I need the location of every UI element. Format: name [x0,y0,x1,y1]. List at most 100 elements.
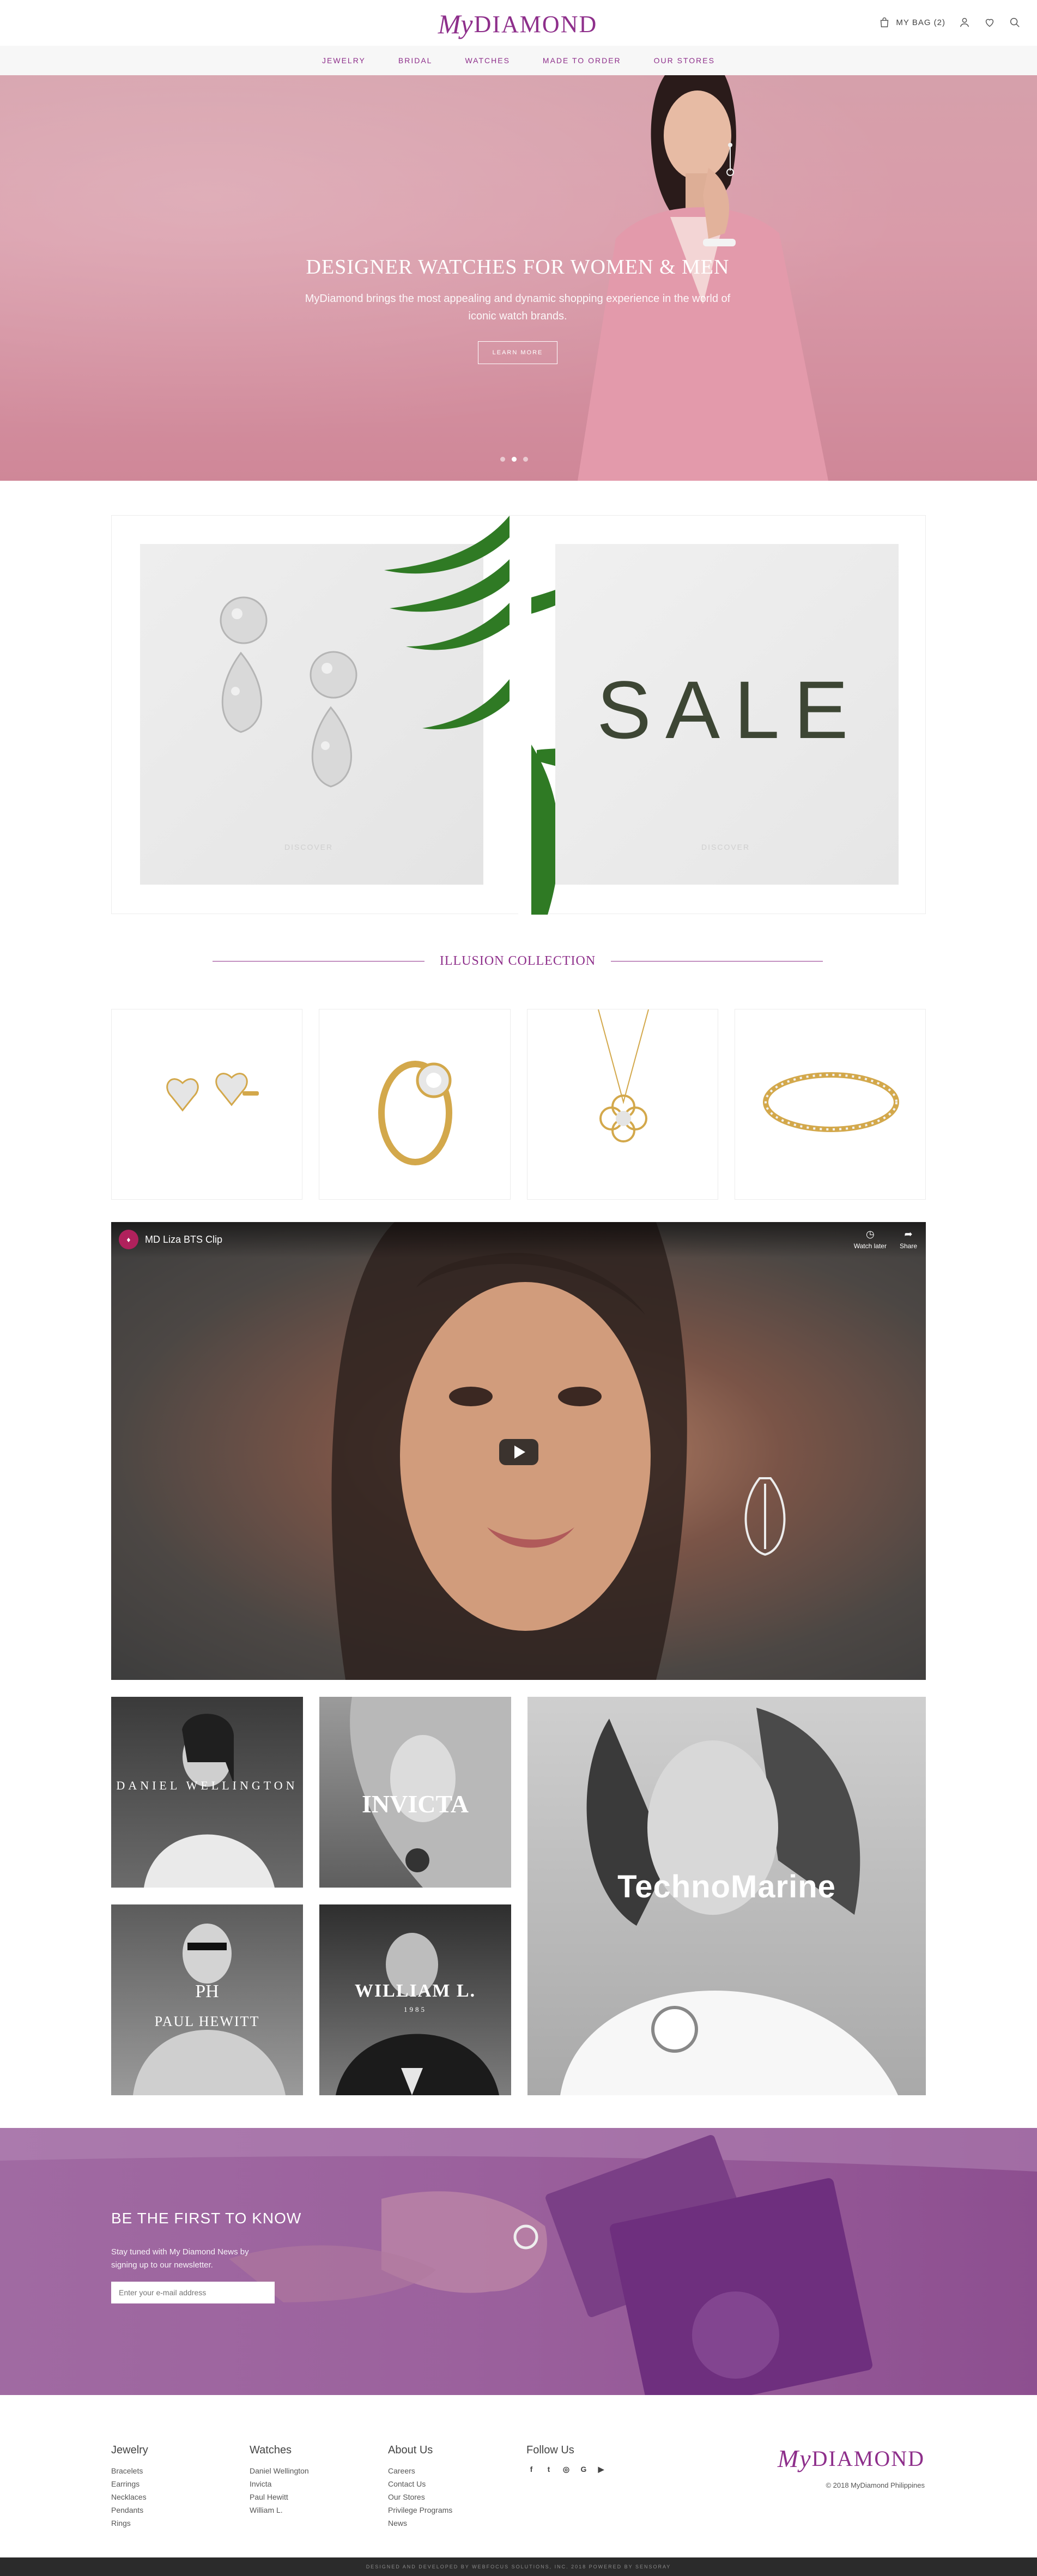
footer-link[interactable]: Bracelets [111,2464,148,2477]
slider-dot-1[interactable] [500,457,505,462]
halo-ring-image [378,1061,453,1165]
collection-heading: ILLUSION COLLECTION [213,953,823,969]
brand-tile-technomarine[interactable]: TechnoMarine [527,1697,926,2095]
wishlist-button[interactable] [984,16,996,28]
slider-dot-2[interactable] [512,457,517,462]
heart-icon [985,19,994,27]
hero-subtitle: MyDiamond brings the most appealing and … [305,293,731,322]
hero-slider: DESIGNER WATCHES FOR WOMEN & MEN MyDiamo… [0,75,1037,481]
footer-column-watches: Watches Daniel Wellington Invicta Paul H… [250,2444,309,2517]
share-icon: ➦ [904,1229,913,1239]
youtube-icon[interactable]: ▶ [596,2464,606,2474]
share-label: Share [899,1242,917,1250]
footer-link[interactable]: Rings [111,2517,148,2530]
footer-link[interactable]: Earrings [111,2477,148,2490]
footer-link[interactable]: Necklaces [111,2490,148,2504]
header-tools: MY BAG (2) [878,13,1021,32]
copyright-text: © 2018 MyDiamond Philippines [826,2481,925,2489]
hero-caption: DESIGNER WATCHES FOR WOMEN & MEN MyDiamo… [294,255,741,364]
search-button[interactable] [1009,16,1021,28]
nav-watches[interactable]: WATCHES [448,56,526,65]
footer-link[interactable]: William L. [250,2504,309,2517]
footer-link[interactable]: Pendants [111,2504,148,2517]
paul-hewitt-anchor-icon: PH [195,1981,219,2001]
footer-heading-watches: Watches [250,2444,292,2456]
brand-tile-daniel-wellington[interactable]: DANIEL WELLINGTON [111,1697,303,1888]
search-icon [1010,17,1020,27]
watch-later-label: Watch later [853,1242,887,1250]
site-logo[interactable]: My DIAMOND [433,8,602,40]
credits-bar: DESIGNED AND DEVELOPED BY WEBFOCUS SOLUT… [0,2557,1037,2576]
channel-avatar[interactable]: ♦ [119,1230,138,1249]
footer-logo[interactable]: My DIAMOND [760,2442,925,2475]
instagram-icon[interactable]: ◎ [561,2464,571,2474]
promo-right-discover[interactable]: DISCOVER [701,843,750,851]
brand-label-william-l: WILLIAM L. [354,1981,476,2001]
promo-left-discover[interactable]: DISCOVER [284,843,333,851]
play-icon [514,1446,525,1459]
footer-logo-main: DIAMOND [811,2446,925,2471]
clock-icon: ◷ [865,1229,875,1239]
product-card-ring[interactable] [319,1009,511,1200]
nav-bridal[interactable]: BRIDAL [382,56,449,65]
main-nav: JEWELRY BRIDAL WATCHES MADE TO ORDER OUR… [0,46,1037,75]
brand-tile-william-l[interactable]: WILLIAM L. 1985 [319,1904,511,2095]
slider-dots [500,457,528,462]
nav-our-stores[interactable]: OUR STORES [638,56,731,65]
heart-earrings-image [166,1073,259,1112]
footer-link[interactable]: Our Stores [388,2490,452,2504]
nav-jewelry[interactable]: JEWELRY [306,56,382,65]
account-button[interactable] [959,16,971,28]
share-button[interactable]: ➦ Share [900,1229,917,1250]
facebook-icon[interactable]: f [526,2464,536,2474]
newsletter-email-input[interactable] [111,2282,275,2303]
paul-hewitt-model-image: PH [133,1924,286,2095]
footer-heading-jewelry: Jewelry [111,2444,148,2456]
my-bag-label: MY BAG (2) [896,17,945,27]
twitter-icon[interactable]: t [544,2464,554,2474]
newsletter-subtitle: Stay tuned with My Diamond News by signi… [111,2247,249,2270]
product-card-necklace[interactable] [526,1009,718,1200]
brand-label-technomarine: TechnoMarine [617,1869,836,1904]
footer-link[interactable]: Contact Us [388,2477,452,2490]
video-top-bar [111,1222,926,1258]
newsletter-title: BE THE FIRST TO KNOW [111,2210,302,2227]
user-icon [960,17,969,27]
footer-heading-about: About Us [388,2444,433,2456]
sale-text: SALE [597,664,863,755]
footer-link[interactable]: News [388,2517,452,2530]
watch-later-button[interactable]: ◷ Watch later [854,1229,887,1250]
tennis-bracelet-image [762,1072,899,1132]
promo-banner: DISCOVER DISCOVER SALE [111,515,926,915]
heading-divider-right [611,960,823,962]
slider-dot-3[interactable] [523,457,528,462]
video-title[interactable]: MD Liza BTS Clip [145,1234,222,1245]
play-button[interactable] [499,1439,538,1465]
video-player[interactable]: ♦ MD Liza BTS Clip ◷ Watch later ➦ Share [111,1222,926,1680]
footer-link[interactable]: Careers [388,2464,452,2477]
site-header: My DIAMOND MY BAG (2) [0,0,1037,46]
footer-column-jewelry: Jewelry Bracelets Earrings Necklaces Pen… [111,2444,148,2530]
footer-link[interactable]: Daniel Wellington [250,2464,309,2477]
footer-heading-follow: Follow Us [526,2444,574,2456]
brand-year-william-l: 1985 [404,2005,427,2013]
brand-tile-paul-hewitt[interactable]: PH PAUL HEWITT [111,1904,303,2095]
product-card-earrings[interactable] [111,1009,303,1200]
brand-tile-invicta[interactable]: INVICTA [319,1697,511,1888]
clover-necklace-image [597,1009,649,1142]
my-bag-button[interactable]: MY BAG (2) [878,16,945,28]
product-card-bracelet[interactable] [734,1009,926,1200]
footer-logo-my: My [777,2444,812,2472]
footer-link[interactable]: Paul Hewitt [250,2490,309,2504]
logo-my-text: My [438,9,473,39]
google-plus-icon[interactable]: G [579,2464,589,2474]
footer-link[interactable]: Privilege Programs [388,2504,452,2517]
brand-label-daniel-wellington: DANIEL WELLINGTON [116,1779,298,1792]
learn-more-button[interactable]: LEARN MORE [477,341,558,364]
brand-label-paul-hewitt: PAUL HEWITT [154,2013,260,2029]
nav-made-to-order[interactable]: MADE TO ORDER [526,56,638,65]
social-links: f t ◎ G ▶ [526,2464,606,2474]
video-actions: ◷ Watch later ➦ Share [854,1229,917,1250]
footer-link[interactable]: Invicta [250,2477,309,2490]
footer-column-about: About Us Careers Contact Us Our Stores P… [388,2444,452,2530]
